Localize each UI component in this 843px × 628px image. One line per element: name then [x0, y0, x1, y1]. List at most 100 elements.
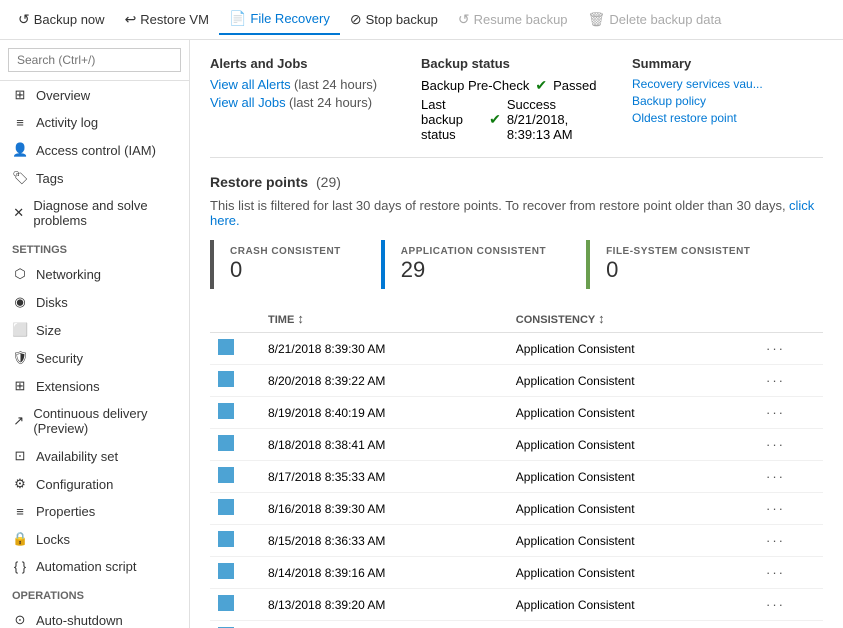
row-actions[interactable]: ···	[758, 493, 823, 525]
row-more-options[interactable]: ···	[766, 597, 785, 612]
activity-log-icon: ≡	[12, 115, 28, 130]
row-indicator	[210, 365, 260, 397]
file-recovery-icon: 📄	[229, 10, 246, 27]
consistency-color-bar	[218, 499, 234, 515]
extensions-label: Extensions	[36, 379, 100, 394]
sidebar-item-availability-set[interactable]: ⊡Availability set	[0, 442, 189, 470]
row-time: 8/20/2018 8:39:22 AM	[260, 365, 508, 397]
sidebar-item-size[interactable]: ⬜ Size	[0, 316, 189, 344]
sidebar-item-diagnose[interactable]: ✕Diagnose and solve problems	[0, 192, 189, 234]
backup-now-button[interactable]: ↺Backup now	[8, 5, 115, 34]
consistency-color-bar	[218, 467, 234, 483]
sidebar-item-extensions[interactable]: ⊞ Extensions	[0, 372, 189, 400]
file-recovery-button[interactable]: 📄File Recovery	[219, 4, 340, 35]
diagnose-label: Diagnose and solve problems	[33, 198, 177, 228]
sidebar-item-security[interactable]: 🛡Security	[0, 344, 189, 372]
extensions-icon: ⊞	[12, 378, 28, 394]
availability-set-label: Availability set	[36, 449, 118, 464]
row-actions[interactable]: ···	[758, 621, 823, 628]
networking-label: Networking	[36, 267, 101, 282]
row-consistency: Application Consistent	[508, 589, 758, 621]
consistency-card-fs: FILE-SYSTEM CONSISTENT 0	[586, 240, 766, 289]
view-all-alerts-link[interactable]: View all Alerts (last 24 hours)	[210, 77, 401, 92]
sidebar-item-continuous-delivery[interactable]: ↗Continuous delivery (Preview)	[0, 400, 189, 442]
sidebar-item-access-control[interactable]: 👤Access control (IAM)	[0, 136, 189, 164]
row-indicator	[210, 589, 260, 621]
table-row[interactable]: 8/12/2018 8:35:22 AM Application Consist…	[210, 621, 823, 628]
consistency-color-bar	[218, 339, 234, 355]
alerts-row: Alerts and Jobs View all Alerts (last 24…	[210, 56, 823, 158]
restore-vm-button[interactable]: ↩Restore VM	[115, 5, 219, 34]
consistency-cards: CRASH CONSISTENT 0APPLICATION CONSISTENT…	[210, 240, 823, 289]
row-actions[interactable]: ···	[758, 525, 823, 557]
row-time: 8/13/2018 8:39:20 AM	[260, 589, 508, 621]
col-indicator	[210, 305, 260, 333]
sort-icon-time: ↕	[297, 311, 304, 326]
row-actions[interactable]: ···	[758, 589, 823, 621]
precheck-check-icon: ✔	[535, 77, 547, 94]
summary-section: Summary Recovery services vau... Backup …	[632, 56, 823, 145]
row-actions[interactable]: ···	[758, 397, 823, 429]
sidebar-item-overview[interactable]: ⊞Overview	[0, 81, 189, 109]
table-row[interactable]: 8/15/2018 8:36:33 AM Application Consist…	[210, 525, 823, 557]
col-actions	[758, 305, 823, 333]
sidebar-item-networking[interactable]: ⬡Networking	[0, 260, 189, 288]
row-actions[interactable]: ···	[758, 429, 823, 461]
app-label: APPLICATION CONSISTENT	[401, 246, 546, 257]
backup-status-title: Backup status	[421, 56, 612, 71]
size-label: Size	[36, 323, 61, 338]
restore-points-table: TIME ↕ CONSISTENCY ↕ 8/21/2018 8:39:30 A…	[210, 305, 823, 628]
row-actions[interactable]: ···	[758, 461, 823, 493]
resume-backup-button: ↺Resume backup	[448, 5, 578, 34]
row-actions[interactable]: ···	[758, 365, 823, 397]
sidebar-item-properties[interactable]: ≡Properties	[0, 498, 189, 525]
sidebar-search-container	[0, 40, 189, 81]
row-actions[interactable]: ···	[758, 333, 823, 365]
view-all-jobs-link[interactable]: View all Jobs (last 24 hours)	[210, 95, 401, 110]
row-more-options[interactable]: ···	[766, 533, 785, 548]
sidebar-section-settings-label: Settings	[0, 234, 189, 260]
table-row[interactable]: 8/17/2018 8:35:33 AM Application Consist…	[210, 461, 823, 493]
locks-icon: 🔒	[12, 531, 28, 547]
security-label: Security	[36, 351, 83, 366]
last-backup-label: Last backup status	[421, 97, 483, 142]
table-row[interactable]: 8/16/2018 8:39:30 AM Application Consist…	[210, 493, 823, 525]
row-more-options[interactable]: ···	[766, 405, 785, 420]
row-more-options[interactable]: ···	[766, 437, 785, 452]
sidebar-item-tags[interactable]: 🏷Tags	[0, 164, 189, 192]
consistency-color-bar	[218, 595, 234, 611]
col-consistency[interactable]: CONSISTENCY ↕	[508, 305, 758, 333]
sort-icon-consistency: ↕	[598, 311, 605, 326]
table-row[interactable]: 8/21/2018 8:39:30 AM Application Consist…	[210, 333, 823, 365]
row-more-options[interactable]: ···	[766, 373, 785, 388]
table-row[interactable]: 8/20/2018 8:39:22 AM Application Consist…	[210, 365, 823, 397]
last-backup-row: Last backup status ✔ Success 8/21/2018, …	[421, 97, 612, 142]
configuration-label: Configuration	[36, 477, 113, 492]
table-row[interactable]: 8/13/2018 8:39:20 AM Application Consist…	[210, 589, 823, 621]
row-more-options[interactable]: ···	[766, 469, 785, 484]
size-icon: ⬜	[12, 322, 28, 338]
sidebar-item-locks[interactable]: 🔒 Locks	[0, 525, 189, 553]
table-row[interactable]: 8/18/2018 8:38:41 AM Application Consist…	[210, 429, 823, 461]
row-consistency: Application Consistent	[508, 429, 758, 461]
summary-item3: Oldest restore point	[632, 111, 823, 125]
locks-label: Locks	[36, 532, 70, 547]
search-input[interactable]	[8, 48, 181, 72]
row-consistency: Application Consistent	[508, 557, 758, 589]
backup-status-section: Backup status Backup Pre-Check ✔ Passed …	[421, 56, 612, 145]
row-actions[interactable]: ···	[758, 557, 823, 589]
row-more-options[interactable]: ···	[766, 341, 785, 356]
sidebar-item-auto-shutdown[interactable]: ⊙Auto-shutdown	[0, 606, 189, 628]
table-row[interactable]: 8/19/2018 8:40:19 AM Application Consist…	[210, 397, 823, 429]
row-more-options[interactable]: ···	[766, 501, 785, 516]
stop-backup-button[interactable]: ⊘Stop backup	[340, 5, 448, 34]
row-consistency: Application Consistent	[508, 333, 758, 365]
row-consistency: Application Consistent	[508, 621, 758, 628]
sidebar-item-automation-script[interactable]: { }Automation script	[0, 553, 189, 580]
row-more-options[interactable]: ···	[766, 565, 785, 580]
sidebar-item-disks[interactable]: ◉Disks	[0, 288, 189, 316]
col-time[interactable]: TIME ↕	[260, 305, 508, 333]
sidebar-item-activity-log[interactable]: ≡Activity log	[0, 109, 189, 136]
sidebar-item-configuration[interactable]: ⚙Configuration	[0, 470, 189, 498]
table-row[interactable]: 8/14/2018 8:39:16 AM Application Consist…	[210, 557, 823, 589]
